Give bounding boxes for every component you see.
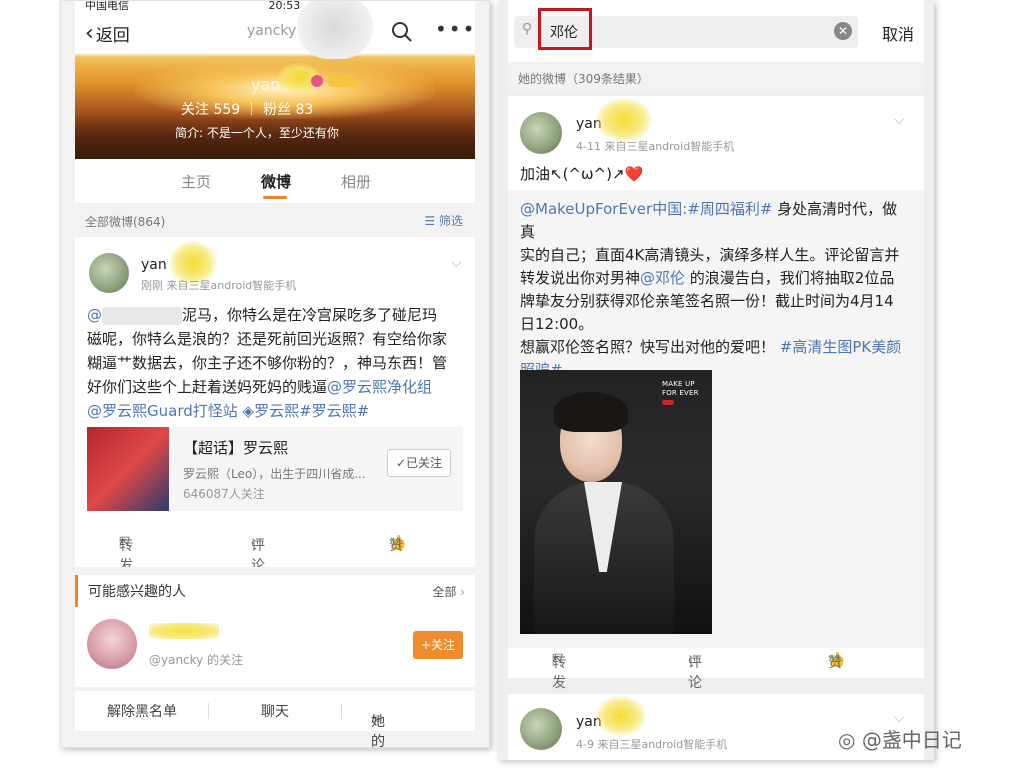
chevron-right-icon: › — [456, 585, 465, 599]
search-icon: ⚲ — [522, 21, 533, 37]
nav-title: yancky — [247, 23, 297, 39]
active-tab-indicator — [263, 196, 287, 199]
nav-bar: ‹ 返回 yancky ••• — [75, 17, 475, 48]
status-bar: 中国电信 20:53 — [85, 0, 306, 13]
weibo-section-bar: 全部微博(864) ☰ 筛选 — [75, 205, 475, 235]
supertopic-icon: ◈ — [242, 402, 255, 420]
mention-link[interactable]: @罗云熙净化组 — [327, 378, 432, 396]
post-text: @ 泥马，你特么是在冷宫屎吃多了碰尼玛 磁呢，你特么是浪的？还是死前回光返照？有空… — [87, 306, 448, 420]
gender-icon — [311, 75, 323, 87]
watermark: ◎ @盏中日记 — [838, 728, 962, 752]
chevron-down-icon[interactable]: ⌵ — [451, 255, 462, 271]
tab-album[interactable]: 相册 — [341, 171, 371, 192]
mention-link[interactable]: @罗云熙Guard打怪站 — [87, 402, 238, 420]
carrier: 中国电信 — [85, 0, 129, 12]
right-screenshot: ⚲ 邓伦 ✕ 取消 她的微博（309条结果） yan 4-11 来自三星andr… — [498, 0, 934, 760]
redaction-smudge — [149, 623, 219, 639]
topic-link[interactable]: 罗云熙#罗云熙# — [254, 402, 369, 420]
weibo-logo-icon: ◎ — [838, 728, 862, 752]
post-actions: ⇱ 转发 ▭ 评论 👍 赞 — [552, 652, 846, 691]
card-followers: 646087人关注 — [183, 487, 265, 501]
topic-link[interactable]: #高清生图PK美颜 — [780, 338, 901, 356]
supertopic-image — [87, 427, 169, 511]
avatar[interactable] — [520, 112, 562, 154]
card-title: 【超话】罗云熙 — [183, 439, 289, 457]
all-weibo-count: 全部微博(864) — [85, 215, 166, 229]
see-all-button[interactable]: 全部 › — [432, 583, 465, 600]
avatar[interactable] — [520, 708, 562, 750]
avatar[interactable] — [89, 253, 129, 293]
weibo-post: yan 4-11 来自三星android智能手机 ⌵ 加油↖(^ω^)↗❤️ @… — [508, 96, 924, 691]
search-bar: ⚲ 邓伦 ✕ 取消 — [508, 0, 924, 62]
suggest-header: 可能感兴趣的人 全部 › — [75, 575, 475, 607]
vip-badge-icon — [327, 75, 357, 87]
suggested-users: 可能感兴趣的人 全部 › @yancky 的关注 +关注 — [75, 575, 475, 687]
redaction-smudge — [596, 98, 652, 142]
results-count-bar: 她的微博（309条结果） — [508, 62, 924, 94]
cancel-button[interactable]: 取消 — [882, 21, 914, 45]
clock: 20:53 — [268, 0, 301, 12]
suggest-title: 可能感兴趣的人 — [88, 584, 186, 600]
card-desc: 罗云熙（Leo），出生于四川省成... — [183, 467, 366, 481]
chat-button[interactable]: 聊天 — [261, 701, 289, 721]
quoted-post[interactable]: @MakeUpForEver中国:#周四福利# 身处高清时代，做真 实的自己；直… — [508, 190, 924, 648]
post-text: 加油↖(^ω^)↗❤️ — [520, 165, 644, 183]
chevron-down-icon[interactable]: ⌵ — [894, 112, 905, 128]
post-photo[interactable]: MAKE UP FOR EVER — [520, 370, 712, 634]
clear-icon[interactable]: ✕ — [834, 22, 852, 40]
follow-stats[interactable]: 关注 559 ｜ 粉丝 83 — [181, 99, 313, 119]
back-button[interactable]: ‹ 返回 — [85, 21, 130, 46]
mention-link[interactable]: @邓伦 — [640, 269, 685, 287]
search-icon[interactable] — [391, 21, 413, 48]
results-count: 她的微博（309条结果） — [518, 72, 649, 86]
profile-tabs: 主页 微博 相册 — [75, 159, 475, 203]
followed-button[interactable]: ✓已关注 — [387, 449, 451, 477]
post-author[interactable]: yan — [141, 257, 167, 273]
post-time-source: 4-11 来自三星android智能手机 — [576, 140, 735, 153]
post-actions: ⇱ 转发 ▭ 评论 👍 赞 — [119, 535, 407, 574]
follow-button[interactable]: +关注 — [413, 631, 463, 659]
chevron-left-icon: ‹ — [85, 20, 94, 46]
search-query: 邓伦 — [550, 25, 578, 41]
quoted-text: @MakeUpForEver中国:#周四福利# 身处高清时代，做真 实的自己；直… — [520, 198, 912, 382]
filter-icon: ☰ — [424, 214, 439, 228]
profile-name: yan — [251, 75, 281, 94]
filter-button[interactable]: ☰ 筛选 — [424, 212, 463, 229]
profile-bio: 简介: 不是一个人，至少还有你 — [175, 126, 339, 140]
suggest-reason: @yancky 的关注 — [149, 653, 244, 667]
tab-weibo[interactable]: 微博 — [261, 171, 291, 192]
brand-logo: MAKE UP FOR EVER — [662, 380, 708, 405]
post-time-source: 刚刚 来自三星android智能手机 — [141, 279, 297, 292]
unblock-button[interactable]: 解除黑名单 — [107, 701, 177, 721]
suggested-user-avatar[interactable] — [87, 619, 137, 669]
redaction-smudge — [596, 696, 646, 736]
mention-link[interactable]: @MakeUpForEver中国:#周四福利# — [520, 200, 772, 218]
weibo-post: yan 刚刚 来自三星android智能手机 ⌵ @ 泥马，你特么是在冷宫屎吃多了… — [75, 237, 475, 574]
tab-home[interactable]: 主页 — [181, 171, 211, 192]
post-time-source: 4-9 来自三星android智能手机 — [576, 738, 728, 751]
more-icon[interactable]: ••• — [435, 17, 476, 41]
left-screenshot: 中国电信 20:53 ‹ 返回 yancky ••• yan 关注 559 ｜ … — [60, 0, 490, 748]
blurred-mention — [102, 306, 182, 325]
bottom-action-bar: 解除黑名单 聊天 ≡ 她的热门 — [75, 691, 475, 747]
supertopic-card[interactable]: 【超话】罗云熙 罗云熙（Leo），出生于四川省成... 646087人关注 ✓已… — [87, 427, 463, 511]
search-input[interactable]: ⚲ 邓伦 ✕ — [514, 8, 858, 50]
